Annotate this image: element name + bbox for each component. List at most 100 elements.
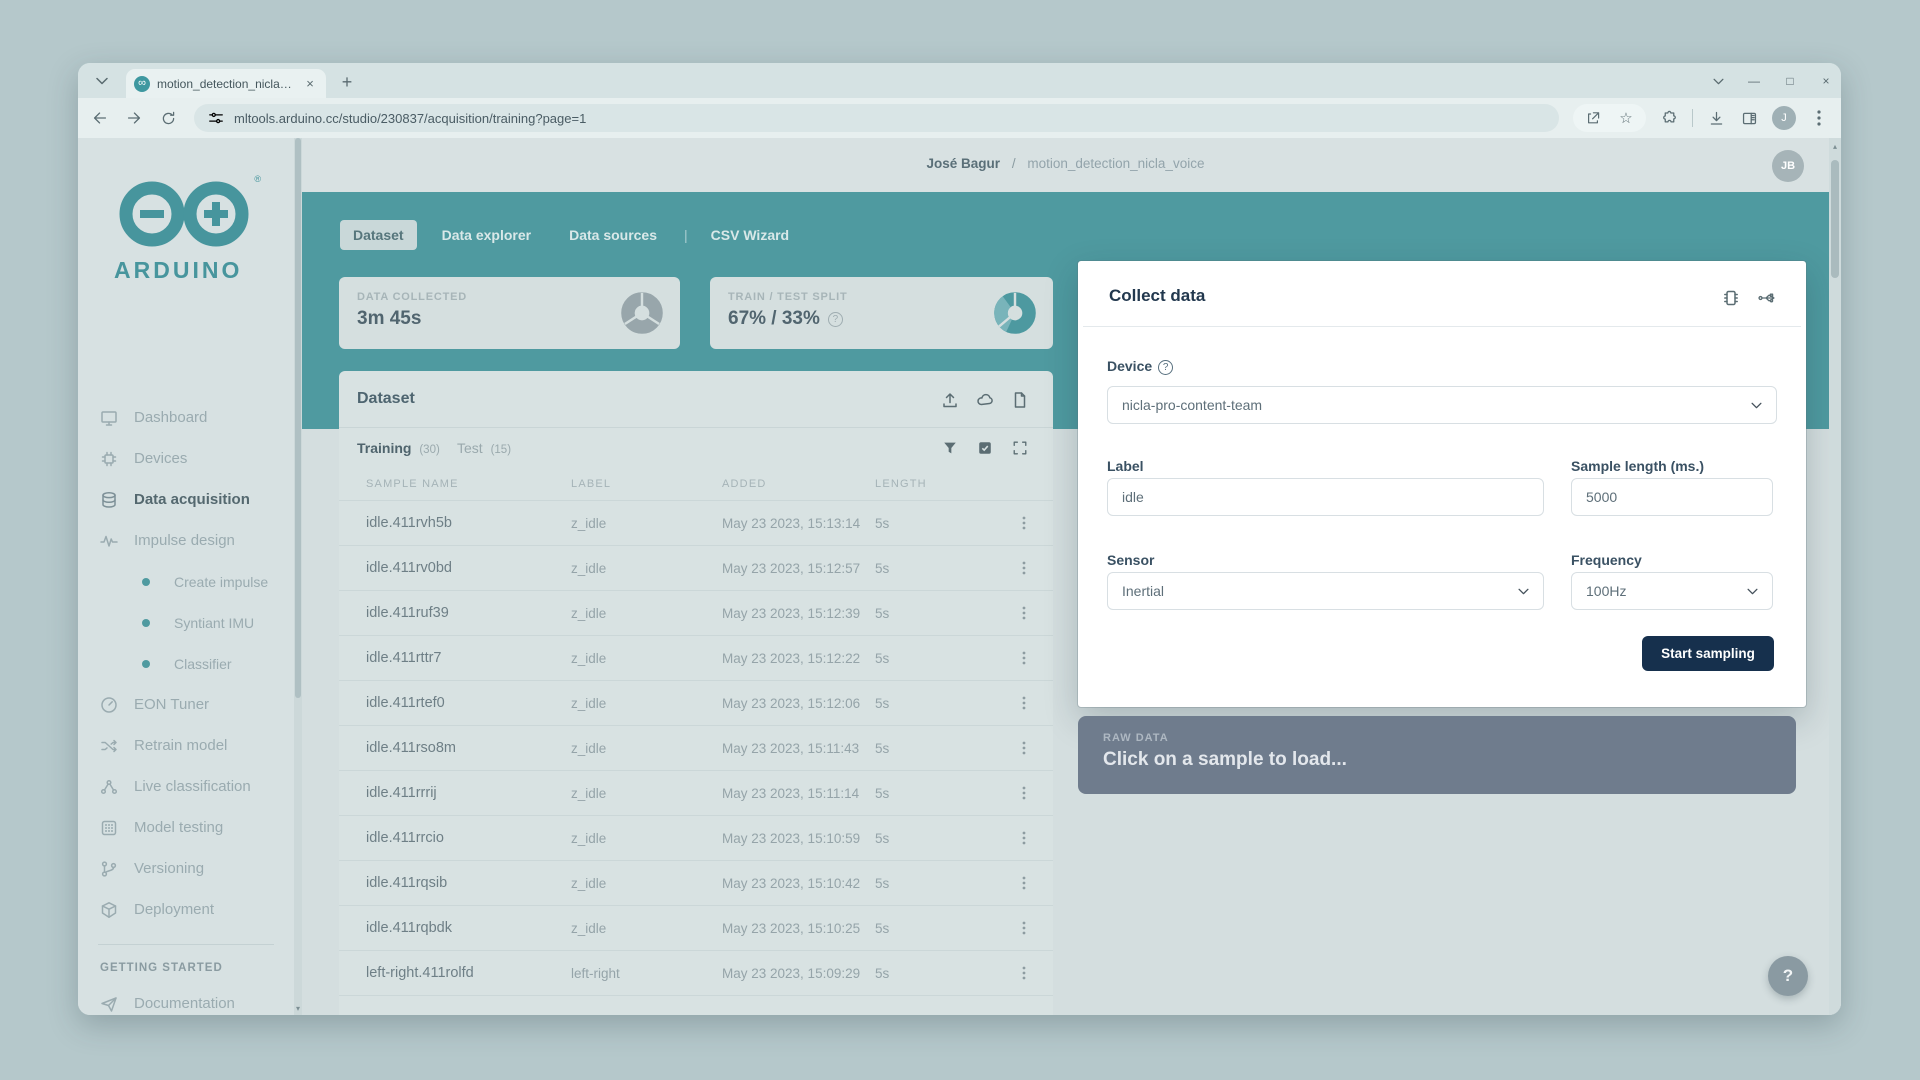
url-text[interactable]: mltools.arduino.cc/studio/230837/acquisi… [234,111,586,126]
reload-icon[interactable] [156,106,180,130]
tab-data-explorer[interactable]: Data explorer [429,220,544,250]
row-kebab-icon[interactable] [1015,516,1033,530]
table-row[interactable]: idle.411rqsibz_idleMay 23 2023, 15:10:42… [339,860,1053,905]
git-branch-icon [100,860,118,878]
start-sampling-button[interactable]: Start sampling [1642,636,1774,671]
table-row[interactable]: idle.411ruf39z_idleMay 23 2023, 15:12:39… [339,590,1053,635]
forward-icon[interactable] [122,106,146,130]
sample-length-input[interactable] [1586,489,1758,505]
download-icon[interactable] [1706,108,1726,128]
row-kebab-icon[interactable] [1015,831,1033,845]
shuffle-icon [100,737,118,755]
table-row[interactable]: idle.411rtef0z_idleMay 23 2023, 15:12:06… [339,680,1053,725]
table-row[interactable]: idle.411rvh5bz_idleMay 23 2023, 15:13:14… [339,500,1053,545]
share-icon[interactable] [1583,108,1603,128]
browser-tab[interactable]: ∞ motion_detection_nicla_voice - × [126,69,326,98]
table-row[interactable]: idle.411rrcioz_idleMay 23 2023, 15:10:59… [339,815,1053,860]
sidebar-item-devices[interactable]: Devices [78,438,294,479]
sidebar-item-impulse-design[interactable]: Impulse design [78,520,294,561]
sidebar-item-data-acquisition[interactable]: Data acquisition [78,479,294,520]
filter-funnel-icon[interactable] [941,439,959,457]
sidebar-scrollbar[interactable]: ▾ [294,138,302,1015]
tab-dataset[interactable]: Dataset [340,220,417,250]
cloud-icon[interactable] [976,391,994,409]
site-settings-icon[interactable] [208,110,224,126]
training-tab[interactable]: Training (30) [357,440,440,456]
sidebar-item-eon-tuner[interactable]: EON Tuner [78,684,294,725]
window-chevron-icon[interactable] [1711,74,1725,88]
donut-chart-gray-icon [620,291,664,335]
sidebar-item-dashboard[interactable]: Dashboard [78,397,294,438]
help-button[interactable]: ? [1768,956,1808,996]
label-input[interactable] [1122,489,1529,505]
close-button[interactable]: × [1819,74,1833,88]
browser-menu-kebab-icon[interactable] [1809,108,1829,128]
device-select[interactable]: nicla-pro-content-team [1107,386,1777,424]
sensor-select[interactable]: Inertial [1107,572,1544,610]
frequency-select[interactable]: 100Hz [1571,572,1773,610]
maximize-button[interactable]: □ [1783,74,1797,88]
main-scrollbar-thumb[interactable] [1831,160,1839,278]
row-kebab-icon[interactable] [1015,561,1033,575]
new-tab-button[interactable]: + [334,70,360,96]
row-kebab-icon[interactable] [1015,741,1033,755]
tab-search-icon[interactable] [92,71,112,91]
extensions-icon[interactable] [1659,108,1679,128]
main-scrollbar[interactable]: ▴ [1829,138,1841,1015]
device-info-icon[interactable]: ? [1158,360,1173,375]
usb-icon[interactable] [1757,288,1777,308]
test-tab[interactable]: Test (15) [457,440,511,456]
table-row[interactable]: idle.411rqbdkz_idleMay 23 2023, 15:10:25… [339,905,1053,950]
col-label: LABEL [571,478,722,490]
table-row[interactable]: idle.411rv0bdz_idleMay 23 2023, 15:12:57… [339,545,1053,590]
tab-csv-wizard[interactable]: CSV Wizard [698,220,802,250]
sidebar-item-versioning[interactable]: Versioning [78,848,294,889]
minimize-button[interactable]: — [1747,74,1761,88]
sample-length-label: Sample length (ms.) [1571,458,1704,474]
row-kebab-icon[interactable] [1015,651,1033,665]
table-row[interactable]: idle.411rso8mz_idleMay 23 2023, 15:11:43… [339,725,1053,770]
sidebar-item-model-testing[interactable]: Model testing [78,807,294,848]
upload-icon[interactable] [941,391,959,409]
breadcrumb-user[interactable]: José Bagur [927,156,1001,171]
split-view-icon[interactable] [1739,108,1759,128]
device-field-label: Device? [1107,358,1173,375]
table-row[interactable]: idle.411rrrijz_idleMay 23 2023, 15:11:14… [339,770,1053,815]
file-icon[interactable] [1011,391,1029,409]
database-icon [100,491,118,509]
row-kebab-icon[interactable] [1015,921,1033,935]
user-avatar[interactable]: JB [1772,150,1804,182]
sidebar-item-live-classification[interactable]: Live classification [78,766,294,807]
bookmark-star-icon[interactable]: ☆ [1616,108,1636,128]
bullet-dot-icon [142,578,150,586]
back-icon[interactable] [88,106,112,130]
row-kebab-icon[interactable] [1015,606,1033,620]
browser-profile-avatar[interactable]: J [1772,106,1796,130]
tab-data-sources[interactable]: Data sources [556,220,670,250]
url-bar[interactable]: mltools.arduino.cc/studio/230837/acquisi… [194,104,1559,132]
row-kebab-icon[interactable] [1015,696,1033,710]
row-kebab-icon[interactable] [1015,876,1033,890]
scroll-up-caret-icon[interactable]: ▴ [1829,142,1841,151]
breadcrumb-project[interactable]: motion_detection_nicla_voice [1027,156,1204,171]
info-question-icon[interactable]: ? [828,312,843,327]
select-checkbox-icon[interactable] [976,439,994,457]
expand-icon[interactable] [1011,439,1029,457]
scroll-down-caret-icon[interactable]: ▾ [294,1004,302,1013]
sidebar-item-create-impulse[interactable]: Create impulse [78,561,294,602]
table-row[interactable]: left-right.411rolfdleft-rightMay 23 2023… [339,950,1053,995]
sidebar-item-classifier[interactable]: Classifier [78,643,294,684]
paper-plane-icon [100,995,118,1013]
tab-close-icon[interactable]: × [302,76,318,92]
sidebar-item-syntiant-imu[interactable]: Syntiant IMU [78,602,294,643]
data-collected-card: DATA COLLECTED 3m 45s [339,277,680,349]
table-row[interactable]: idle.411rttr7z_idleMay 23 2023, 15:12:22… [339,635,1053,680]
data-collected-value: 3m 45s [357,308,421,330]
sidebar-item-deployment[interactable]: Deployment [78,889,294,930]
row-kebab-icon[interactable] [1015,786,1033,800]
sidebar-scrollbar-thumb[interactable] [295,138,301,698]
device-chip-icon[interactable] [1721,288,1741,308]
row-kebab-icon[interactable] [1015,966,1033,980]
sidebar-item-retrain-model[interactable]: Retrain model [78,725,294,766]
sidebar-item-documentation[interactable]: Documentation [78,983,294,1015]
